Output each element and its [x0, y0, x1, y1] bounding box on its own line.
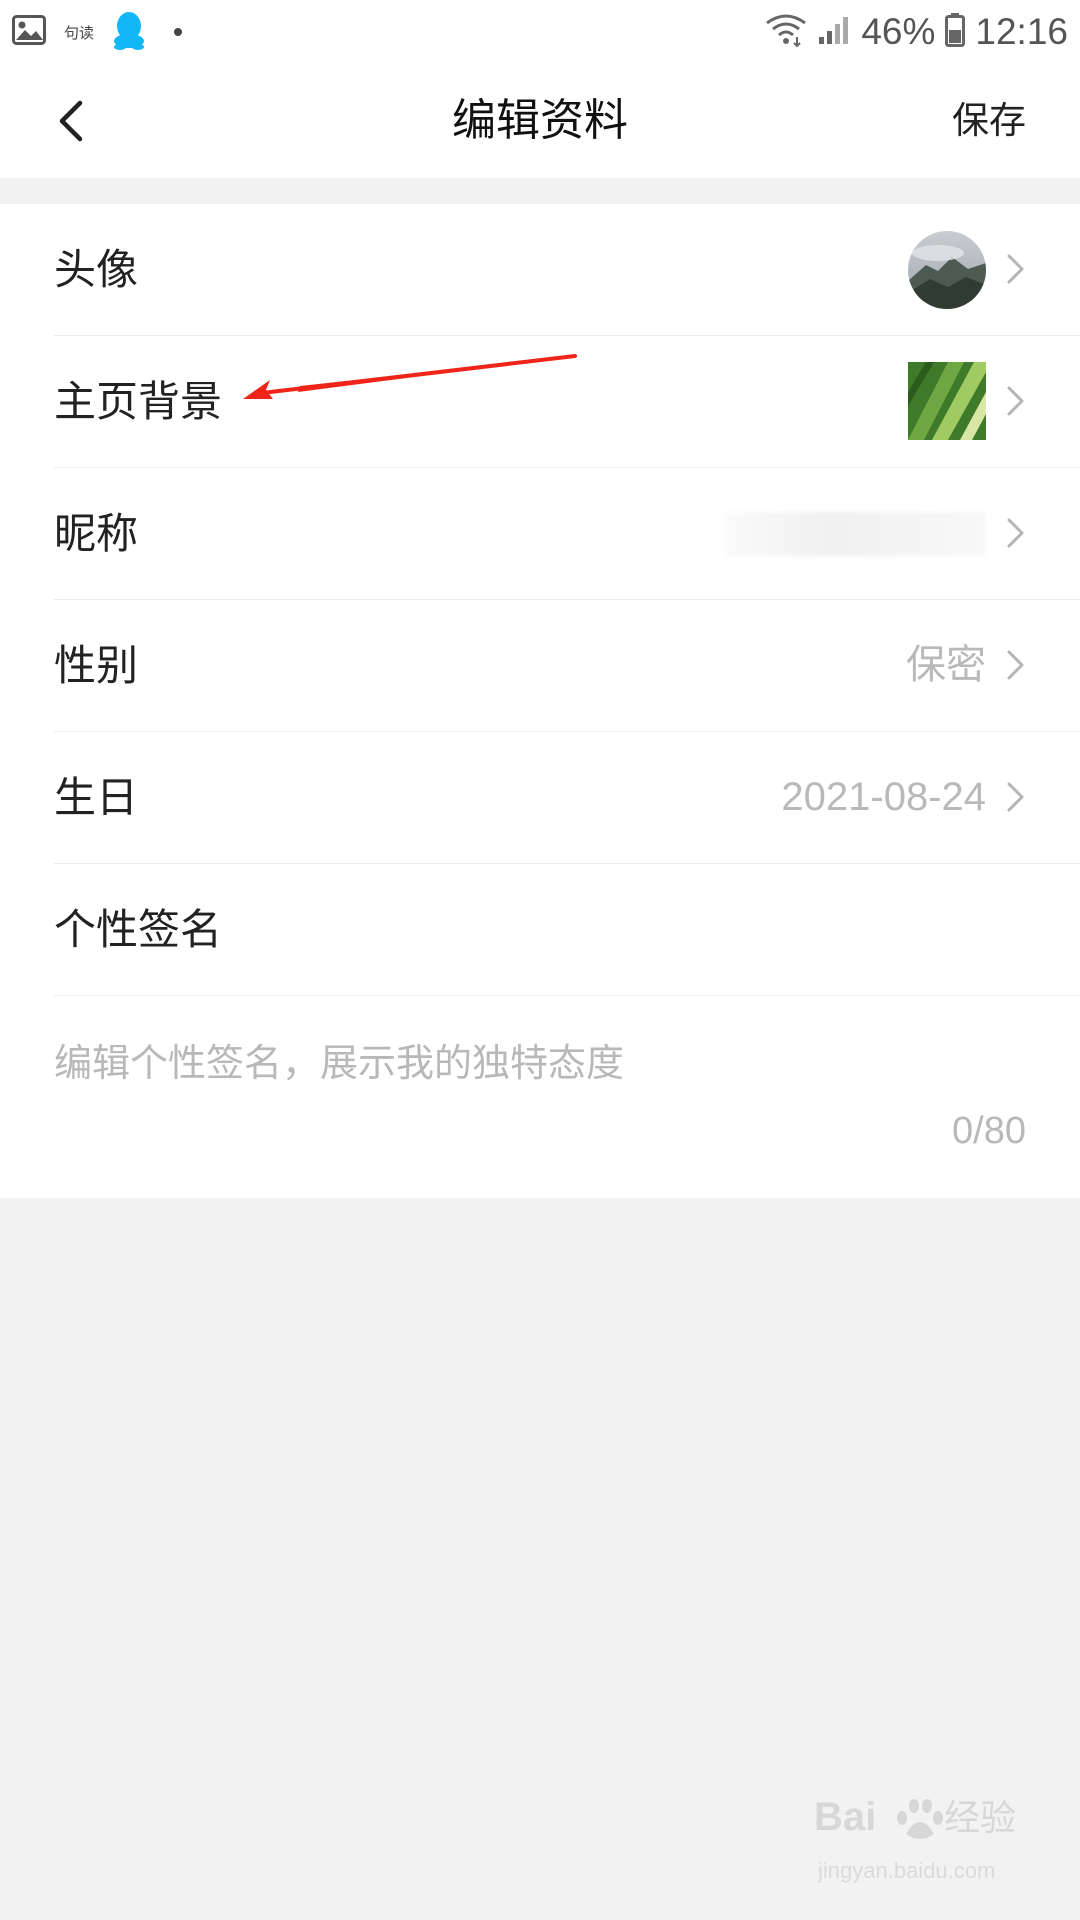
chevron-right-icon: [1007, 650, 1024, 680]
chevron-right-icon: [1007, 782, 1024, 812]
baidu-jingyan-watermark: Bai 经验 jingyan.baidu.com: [814, 1784, 1024, 1884]
signal-icon: [817, 15, 851, 49]
homepage-background-label: 主页背景: [54, 377, 223, 426]
gender-value: 保密: [906, 643, 986, 687]
qq-icon: [112, 10, 146, 54]
battery-icon: [945, 13, 966, 51]
header-bar: 编辑资料 保存: [0, 64, 1080, 178]
row-nickname[interactable]: 昵称: [54, 468, 1080, 600]
status-bar-left: 句读: [12, 10, 183, 54]
gallery-icon: [12, 15, 46, 49]
signature-char-counter: 0/80: [952, 1110, 1026, 1152]
row-avatar[interactable]: 头像: [54, 204, 1080, 336]
status-bar: 句读 46% 12:16: [0, 0, 1080, 64]
nickname-label: 昵称: [54, 509, 139, 558]
avatar[interactable]: [908, 231, 986, 309]
baidu-logo-icon: Bai 经验: [814, 1795, 1016, 1839]
row-signature: 个性签名: [54, 864, 1080, 996]
birthday-label: 生日: [54, 773, 139, 822]
app-notification-label: 句读: [64, 23, 95, 42]
row-gender[interactable]: 性别 保密: [54, 600, 1080, 732]
nickname-value-redacted: [726, 512, 986, 556]
wifi-icon: [765, 13, 807, 51]
signature-input[interactable]: 编辑个性签名，展示我的独特态度 0/80: [54, 996, 1080, 1198]
row-birthday[interactable]: 生日 2021-08-24: [54, 732, 1080, 864]
chevron-right-icon: [1007, 254, 1024, 284]
row-homepage-background[interactable]: 主页背景: [54, 336, 1080, 468]
watermark-url: jingyan.baidu.com: [818, 1858, 996, 1883]
chevron-right-icon: [1007, 518, 1024, 548]
status-bar-right: 46% 12:16: [765, 8, 1068, 56]
chevron-right-icon: [1007, 386, 1024, 416]
signature-placeholder: 编辑个性签名，展示我的独特态度: [54, 1041, 625, 1085]
page-title: 编辑资料: [452, 95, 628, 146]
signature-label: 个性签名: [54, 905, 223, 954]
chevron-left-icon: [59, 100, 83, 142]
gender-label: 性别: [54, 641, 139, 690]
svg-text:Bai: Bai: [814, 1795, 876, 1839]
svg-text:经验: 经验: [944, 1797, 1016, 1838]
back-button[interactable]: [44, 94, 98, 148]
profile-edit-list: 头像 主页背景 昵称 性别 保密 生日 2021-08-24 个性签名 编辑个性…: [0, 204, 1080, 1198]
clock: 12:16: [975, 11, 1068, 52]
avatar-label: 头像: [54, 245, 139, 294]
notification-dot-icon: [174, 28, 183, 36]
save-button[interactable]: 保存: [952, 64, 1026, 178]
battery-percent: 46%: [861, 11, 936, 52]
background-thumbnail[interactable]: [908, 362, 986, 440]
birthday-value: 2021-08-24: [781, 775, 986, 819]
